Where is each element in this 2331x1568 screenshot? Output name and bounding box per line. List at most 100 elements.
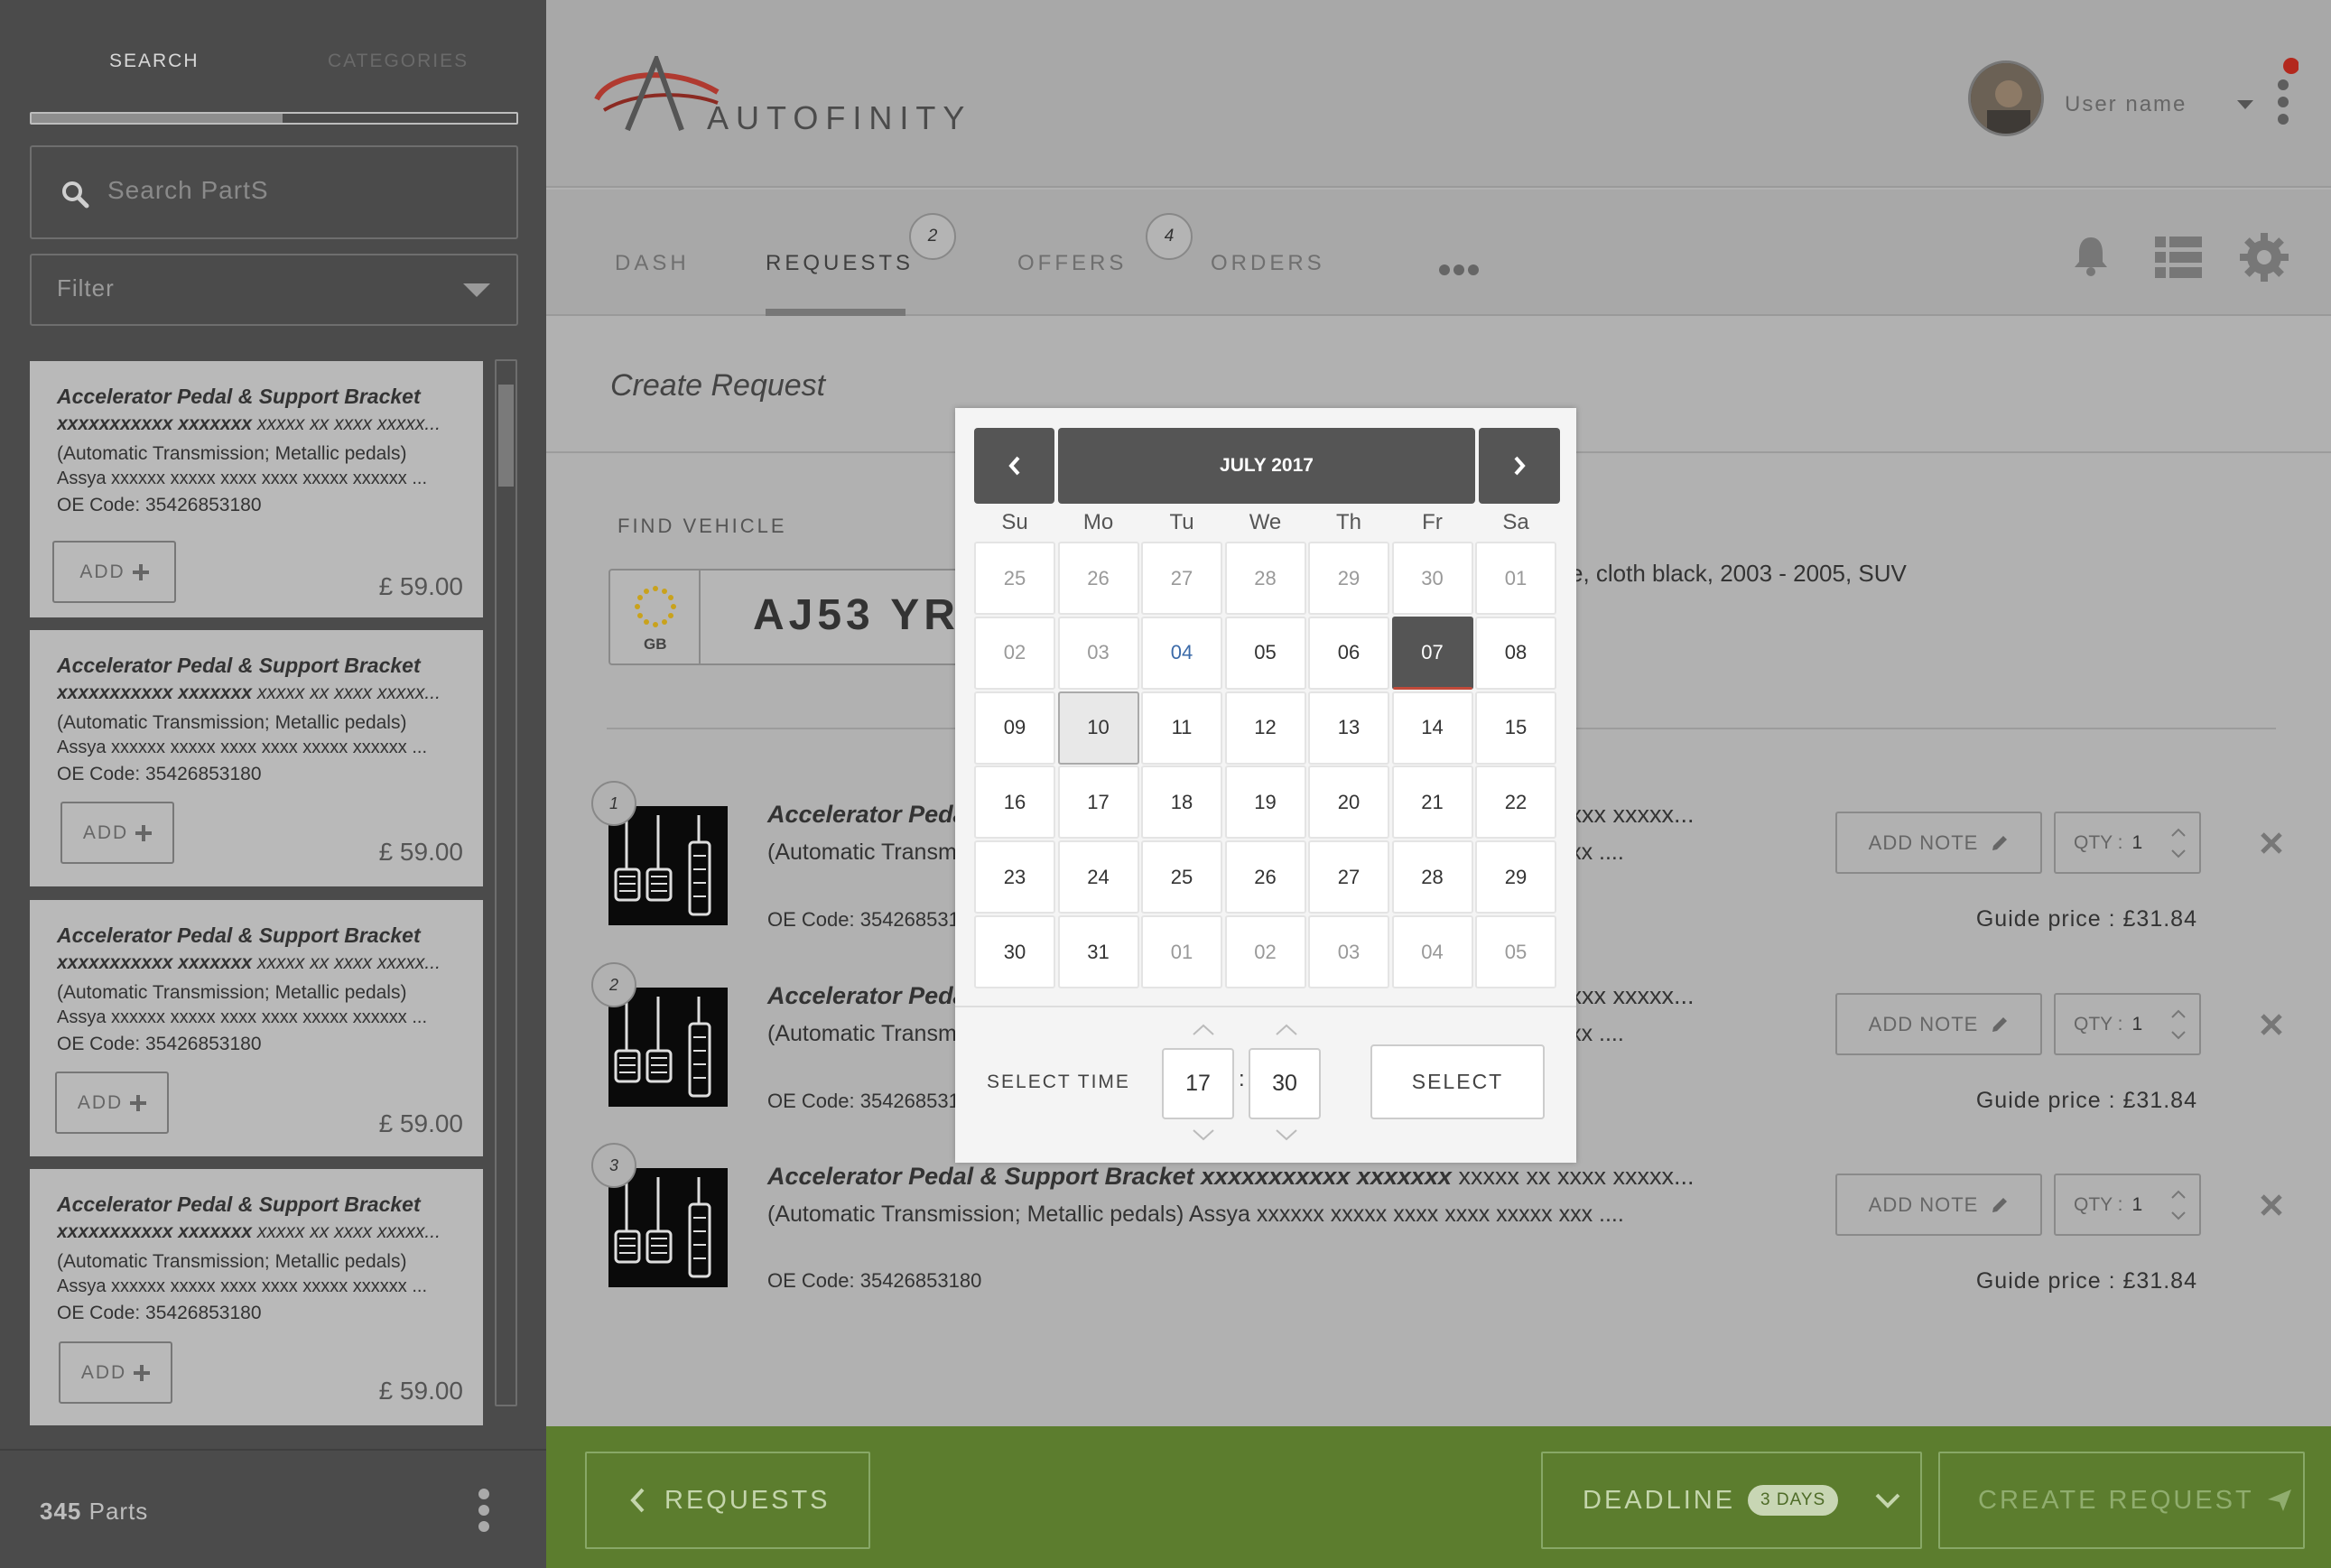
deadline-select[interactable]: DEADLINE 3 DAYS — [1541, 1452, 1922, 1549]
calendar-day[interactable]: 21 — [1391, 765, 1473, 840]
plate-input[interactable]: GB AJ53 YRO — [608, 569, 993, 665]
scrollbar-thumb[interactable] — [498, 385, 514, 487]
calendar-day[interactable]: 12 — [1224, 691, 1306, 765]
add-note-button[interactable]: ADD NOTE — [1835, 812, 2042, 874]
calendar-day[interactable]: 24 — [1057, 840, 1139, 914]
calendar-day[interactable]: 17 — [1057, 765, 1139, 840]
bell-icon[interactable] — [2073, 235, 2109, 276]
select-time-label: SELECT TIME — [987, 1072, 1130, 1092]
tab-categories[interactable]: CATEGORIES — [328, 51, 469, 72]
calendar-day[interactable]: 26 — [1057, 542, 1139, 615]
calendar-day[interactable]: 07 — [1391, 616, 1473, 690]
calendar-day[interactable]: 28 — [1224, 542, 1306, 615]
tab-dash[interactable]: DASH — [615, 251, 690, 276]
calendar-day[interactable]: 03 — [1308, 915, 1389, 988]
add-note-button[interactable]: ADD NOTE — [1835, 1174, 2042, 1236]
calendar-day[interactable]: 25 — [974, 542, 1055, 615]
qty-stepper[interactable]: QTY :1 — [2054, 1174, 2201, 1236]
qty-stepper[interactable]: QTY :1 — [2054, 812, 2201, 874]
qty-stepper[interactable]: QTY :1 — [2054, 993, 2201, 1055]
calendar-day[interactable]: 25 — [1141, 840, 1222, 914]
calendar-day[interactable]: 19 — [1224, 765, 1306, 840]
add-part-button[interactable]: ADD — [55, 1072, 169, 1134]
calendar-day[interactable]: 09 — [974, 691, 1055, 765]
more-vertical-icon[interactable] — [477, 1489, 491, 1532]
minute-down-icon[interactable] — [1275, 1128, 1298, 1141]
calendar-day[interactable]: 01 — [1141, 915, 1222, 988]
calendar-day[interactable]: 30 — [974, 915, 1055, 988]
calendar-day[interactable]: 18 — [1141, 765, 1222, 840]
calendar-day[interactable]: 08 — [1475, 616, 1556, 690]
calendar-day[interactable]: 04 — [1391, 915, 1473, 988]
calendar-day[interactable]: 23 — [974, 840, 1055, 914]
remove-row-icon[interactable] — [2260, 831, 2283, 855]
tab-search[interactable]: SEARCH — [109, 51, 200, 72]
calendar-day[interactable]: 28 — [1391, 840, 1473, 914]
calendar-day[interactable]: 20 — [1308, 765, 1389, 840]
calendar-day[interactable]: 26 — [1224, 840, 1306, 914]
calendar-day[interactable]: 06 — [1308, 616, 1389, 690]
add-note-button[interactable]: ADD NOTE — [1835, 993, 2042, 1055]
logo-text: AUTOFINITY — [707, 99, 972, 136]
calendar-day[interactable]: 03 — [1057, 616, 1139, 690]
avatar[interactable] — [1968, 60, 2044, 136]
calendar-day[interactable]: 27 — [1308, 840, 1389, 914]
calendar-day[interactable]: 01 — [1475, 542, 1556, 615]
calendar-day[interactable]: 13 — [1308, 691, 1389, 765]
back-to-requests-button[interactable]: REQUESTS — [585, 1452, 870, 1549]
remove-row-icon[interactable] — [2260, 1013, 2283, 1036]
calendar-day[interactable]: 02 — [1224, 915, 1306, 988]
calendar-day[interactable]: 29 — [1308, 542, 1389, 615]
parts-scrollbar[interactable] — [495, 359, 517, 1406]
select-date-button[interactable]: SELECT — [1370, 1044, 1545, 1119]
prev-month-button[interactable] — [974, 428, 1054, 504]
hour-input[interactable]: 17 — [1162, 1048, 1234, 1119]
add-part-button[interactable]: ADD — [60, 802, 174, 864]
hour-up-icon[interactable] — [1192, 1024, 1215, 1036]
calendar-day[interactable]: 02 — [974, 616, 1055, 690]
sidebar: SEARCH CATEGORIES Search PartS Filter Ac… — [0, 0, 546, 1568]
minute-input[interactable]: 30 — [1249, 1048, 1321, 1119]
calendar-day[interactable]: 30 — [1391, 542, 1473, 615]
create-request-button[interactable]: CREATE REQUEST — [1938, 1452, 2305, 1549]
hour-down-icon[interactable] — [1192, 1128, 1215, 1141]
parts-list: Accelerator Pedal & Support Bracket xxxx… — [30, 359, 483, 1433]
calendar-day[interactable]: 05 — [1475, 915, 1556, 988]
calendar-day[interactable]: 16 — [974, 765, 1055, 840]
part-code: xxxxxxxxxxx xxxxxxx xxxxx xx xxxx xxxxx.… — [57, 1221, 441, 1242]
calendar-day[interactable]: 15 — [1475, 691, 1556, 765]
next-month-button[interactable] — [1479, 428, 1560, 504]
part-card: Accelerator Pedal & Support Bracket xxxx… — [30, 900, 483, 1156]
calendar-day[interactable]: 22 — [1475, 765, 1556, 840]
tab-orders[interactable]: ORDERS — [1211, 251, 1325, 276]
part-code: xxxxxxxxxxx xxxxxxx xxxxx xx xxxx xxxxx.… — [57, 952, 441, 973]
calendar-day[interactable]: 11 — [1141, 691, 1222, 765]
chevron-left-icon — [1008, 456, 1019, 476]
search-input[interactable]: Search PartS — [30, 145, 518, 239]
remove-row-icon[interactable] — [2260, 1193, 2283, 1217]
autofinity-logo[interactable] — [591, 56, 725, 137]
guide-price: Guide price : £31.84 — [1975, 1268, 2197, 1294]
filter-select[interactable]: Filter — [30, 254, 518, 326]
notification-menu-icon[interactable] — [2271, 55, 2298, 129]
calendar-day[interactable]: 10 — [1057, 691, 1139, 765]
add-part-button[interactable]: ADD — [59, 1341, 172, 1404]
calendar-day[interactable]: 04 — [1141, 616, 1222, 690]
search-placeholder: Search PartS — [107, 176, 269, 204]
calendar-day[interactable]: 05 — [1224, 616, 1306, 690]
minute-up-icon[interactable] — [1275, 1024, 1298, 1036]
add-part-button[interactable]: ADD — [52, 541, 176, 603]
gear-icon[interactable] — [2240, 233, 2289, 282]
calendar-day[interactable]: 27 — [1141, 542, 1222, 615]
user-name[interactable]: User name — [2065, 92, 2187, 117]
calendar-day[interactable]: 31 — [1057, 915, 1139, 988]
tab-offers[interactable]: OFFERS — [1017, 251, 1127, 276]
more-horizontal-icon[interactable] — [1438, 264, 1480, 276]
tab-requests[interactable]: REQUESTS — [766, 251, 914, 276]
calendar-day[interactable]: 14 — [1391, 691, 1473, 765]
calendar-day[interactable]: 29 — [1475, 840, 1556, 914]
sidebar-footer: 345 Parts — [0, 1449, 546, 1568]
calendar-divider — [955, 1006, 1576, 1007]
user-menu-chevron-icon[interactable] — [2237, 100, 2253, 109]
list-view-icon[interactable] — [2155, 237, 2202, 278]
